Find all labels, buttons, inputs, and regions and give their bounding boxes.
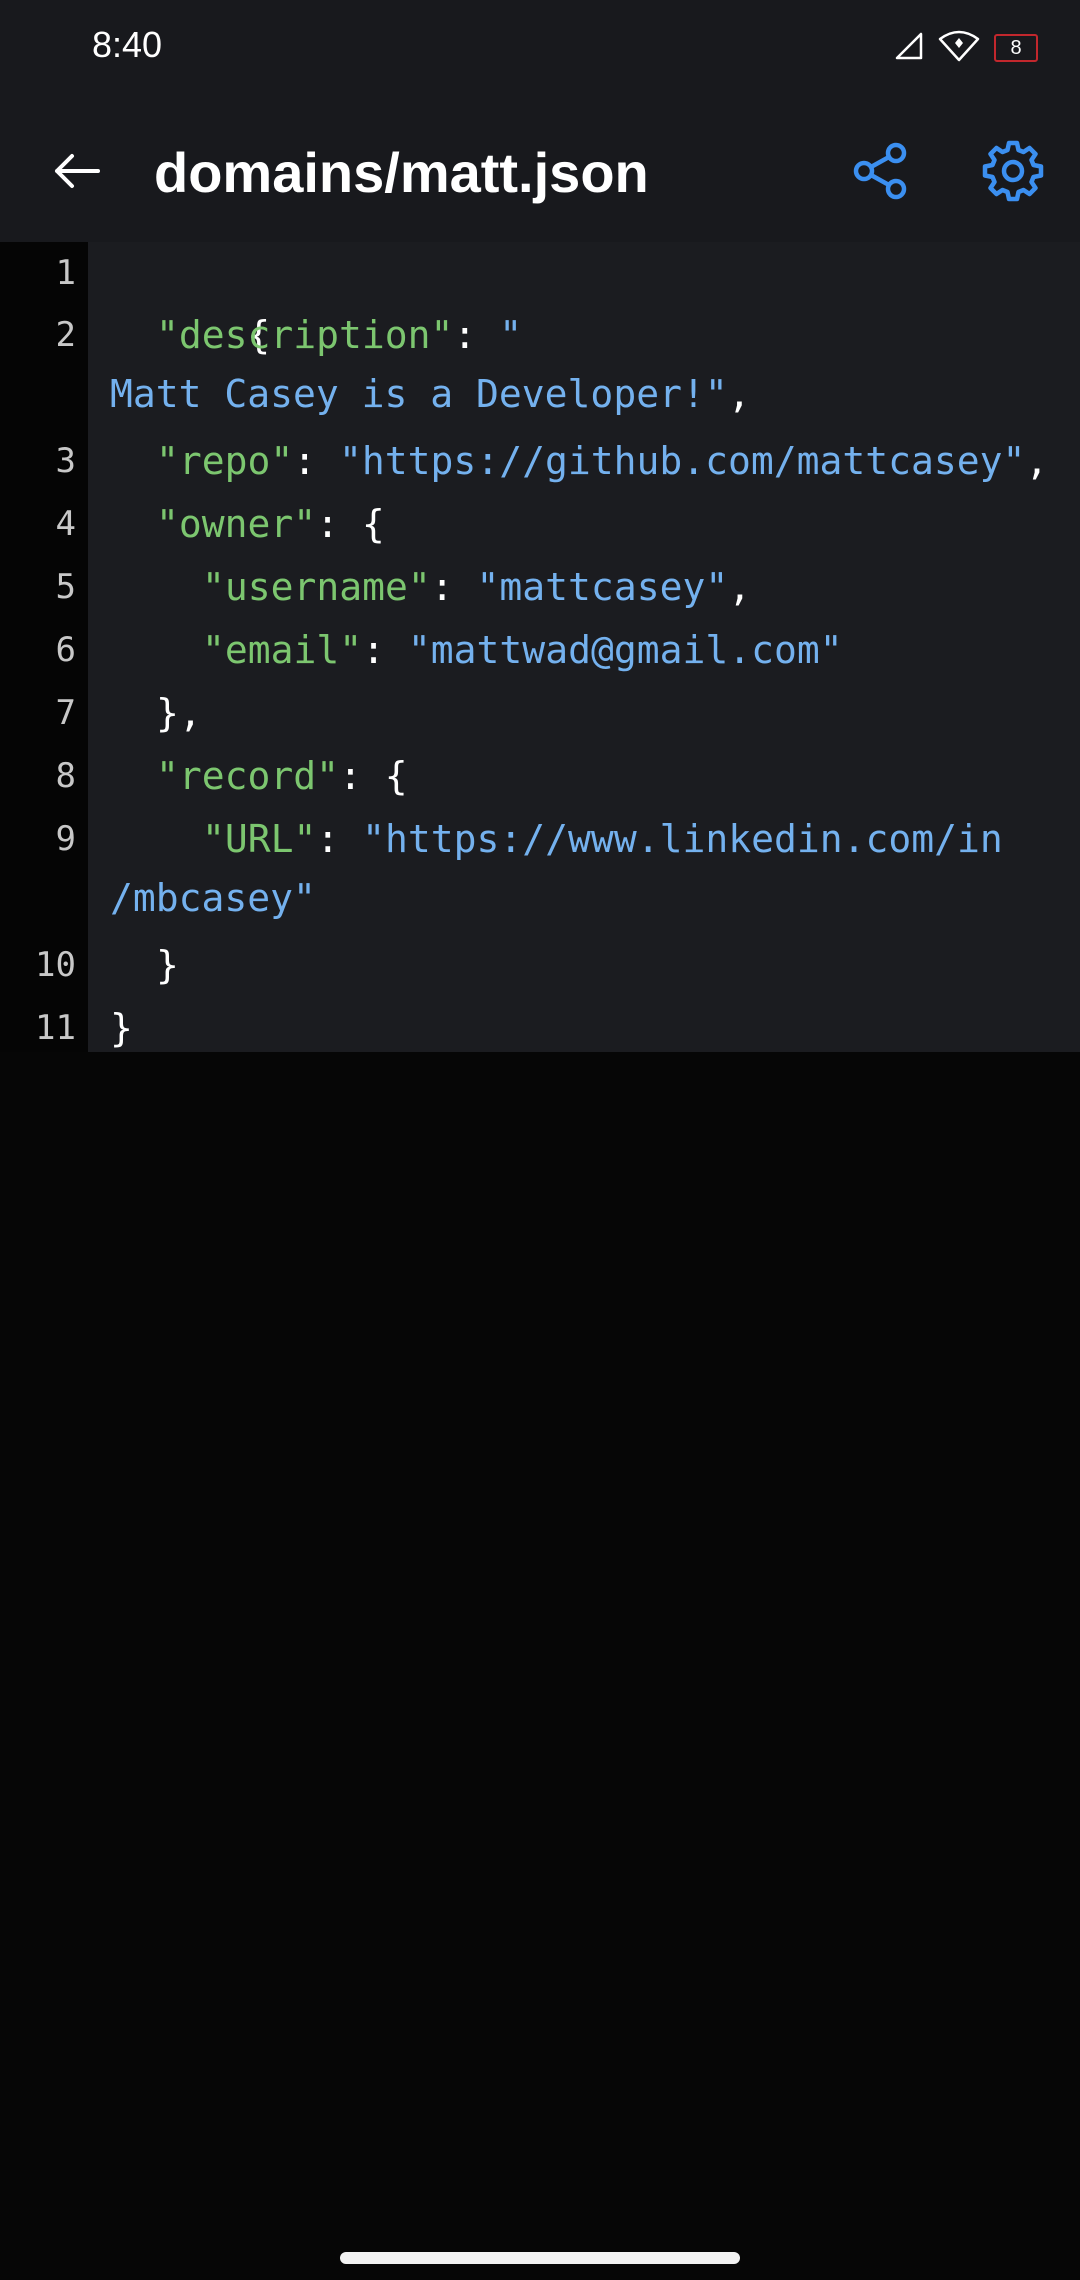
status-icons: 8 [894,28,1038,68]
json-key: "owner" [156,502,317,546]
line-number: 7 [55,693,76,733]
code-line-wrapped: Matt Casey is a Developer!", [110,363,751,425]
line-number: 1 [55,253,76,293]
code-line: } [110,997,133,1059]
code-token: : [316,817,363,861]
signal-icon [894,31,924,66]
json-key: "email" [202,628,363,672]
json-key: "username" [202,565,431,609]
code-line: "owner": { [156,493,385,555]
settings-button[interactable] [972,132,1054,214]
code-line: "repo": "https://github.com/mattcasey", [156,430,1048,492]
json-key: "URL" [202,817,317,861]
json-key: "record" [156,754,340,798]
page-title: domains/matt.json [154,141,649,204]
line-number: 3 [55,441,76,481]
code-editor[interactable]: 1 2 3 4 5 6 7 8 9 10 11 { "description":… [0,242,1080,1052]
line-number: 8 [55,756,76,796]
line-number: 2 [55,315,76,355]
wifi-icon [938,30,980,67]
line-number: 9 [55,819,76,859]
json-key: "description" [156,313,454,357]
gear-icon [981,139,1045,208]
code-token: }, [156,691,202,735]
code-line: }, [156,682,202,744]
code-token: : [316,502,362,546]
line-number: 5 [55,567,76,607]
code-line: "record": { [156,745,408,807]
battery-icon: 8 [994,34,1038,62]
json-string: "https://github.com/mattcasey" [339,439,1026,483]
code-token: { [361,502,385,546]
navigation-handle[interactable] [340,2252,740,2264]
code-token: , [1025,439,1049,483]
json-key: "repo" [156,439,294,483]
back-button[interactable] [40,136,114,210]
json-string: Matt Casey is a Developer!" [110,372,728,416]
json-string: "https://www.linkedin.com/in [362,817,1003,861]
line-number: 6 [55,630,76,670]
json-string: "mattcasey" [476,565,729,609]
line-number: 11 [35,1008,76,1048]
json-string: " [499,313,523,357]
code-line: "description": " [156,304,522,366]
code-token: : [362,628,408,672]
code-token: } [110,1006,133,1050]
code-token: : [430,565,477,609]
json-string: /mbcasey" [110,876,316,920]
json-string: "mattwad@gmail.com" [407,628,843,672]
code-line: "username": "mattcasey", [202,556,751,618]
code-token: , [727,372,751,416]
code-token: : [339,754,385,798]
status-time: 8:40 [92,24,163,65]
line-number: 10 [35,945,76,985]
code-token: } [156,943,179,987]
code-line: "URL": "https://www.linkedin.com/in [202,808,1003,870]
share-button[interactable] [840,132,922,214]
code-line: } [156,934,179,996]
line-number-gutter: 1 2 3 4 5 6 7 8 9 10 11 [0,242,88,1052]
status-bar: 8:40 8 [0,0,1080,96]
code-line-wrapped: /mbcasey" [110,867,316,929]
line-number: 4 [55,504,76,544]
code-token: , [728,565,752,609]
code-area[interactable]: { "description": " Matt Casey is a Devel… [88,242,1080,1052]
code-token: : [293,439,340,483]
code-token: : [453,313,500,357]
code-line: "email": "mattwad@gmail.com" [202,619,843,681]
arrow-left-icon [52,151,102,196]
code-token: { [384,754,408,798]
app-bar: domains/matt.json [0,96,1080,242]
share-icon [851,141,911,206]
